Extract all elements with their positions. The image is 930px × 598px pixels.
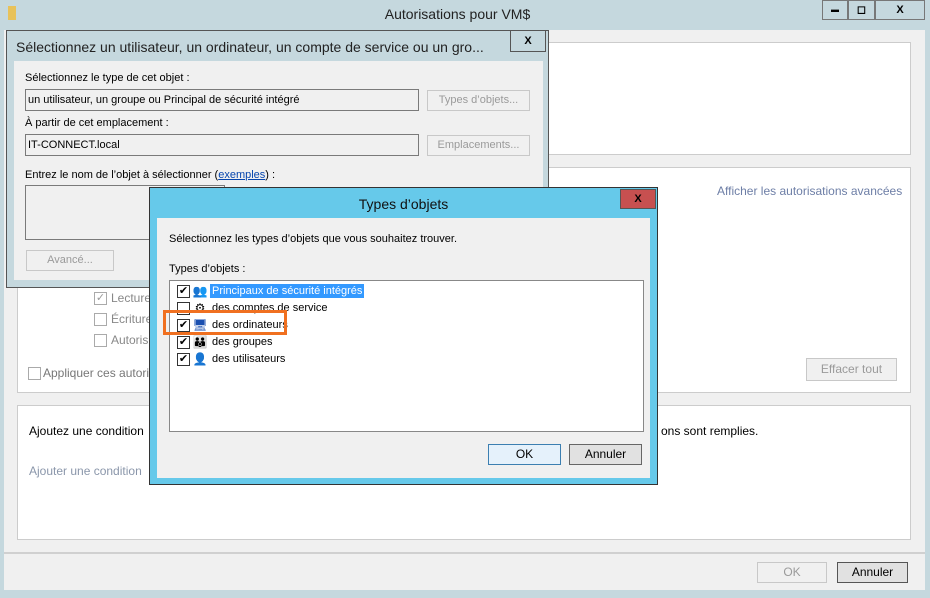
security-principals-icon: 👥: [192, 284, 208, 298]
name-label-text: Entrez le nom de l’objet à sélectionner …: [25, 169, 219, 181]
list-item[interactable]: ✔ 👤 des utilisateurs: [177, 351, 287, 367]
types-dialog: Types d’objets X Sélectionnez les types …: [149, 187, 658, 485]
checkbox-apply[interactable]: [28, 367, 41, 380]
object-type-field: un utilisateur, un groupe ou Principal d…: [25, 89, 419, 111]
add-condition-link[interactable]: Ajouter une condition: [29, 464, 142, 478]
checkbox[interactable]: ✔: [177, 284, 190, 298]
footer-divider: [4, 552, 925, 554]
select-dialog-title: Sélectionnez un utilisateur, un ordinate…: [16, 39, 484, 55]
types-dialog-title: Types d’objets: [358, 196, 449, 212]
checkbox-write[interactable]: [94, 313, 107, 326]
apply-label: Appliquer ces autori: [43, 366, 150, 380]
locations-button[interactable]: Emplacements...: [427, 135, 530, 156]
advanced-button[interactable]: Avancé...: [26, 250, 114, 271]
user-icon: 👤: [192, 352, 208, 366]
checkbox-auth[interactable]: [94, 334, 107, 347]
perm-auth-label: Autoris: [111, 333, 149, 347]
group-icon: 👪: [192, 335, 208, 349]
location-field: IT-CONNECT.local: [25, 134, 419, 156]
maximize-button[interactable]: ◻: [848, 0, 875, 20]
condition-text: Ajoutez une condition: [29, 424, 144, 438]
name-label-end: ) :: [265, 169, 276, 181]
close-button[interactable]: X: [875, 0, 925, 20]
cancel-button[interactable]: Annuler: [837, 562, 908, 583]
types-ok-button[interactable]: OK: [488, 444, 561, 465]
list-item-label: Principaux de sécurité intégrés: [210, 284, 365, 298]
condition-text-end: ons sont remplies.: [661, 424, 759, 438]
list-item-label: des utilisateurs: [212, 353, 286, 365]
examples-link[interactable]: exemples: [218, 169, 265, 181]
window-title: Autorisations pour VM$: [384, 6, 531, 22]
advanced-permissions-link[interactable]: Afficher les autorisations avancées: [717, 184, 902, 198]
select-dialog-close-button[interactable]: X: [510, 30, 546, 52]
perm-read-label: Lecture: [111, 291, 152, 305]
types-list-label: Types d’objets :: [169, 263, 246, 275]
principals-list[interactable]: [545, 42, 911, 155]
list-item[interactable]: ✔ 👪 des groupes: [177, 334, 275, 350]
highlight-box: [163, 310, 287, 335]
list-item[interactable]: ✔ 👥 Principaux de sécurité intégrés: [177, 283, 365, 299]
object-types-button[interactable]: Types d’objets...: [427, 90, 530, 111]
clear-all-button[interactable]: Effacer tout: [806, 358, 897, 381]
checkbox[interactable]: ✔: [177, 335, 190, 349]
minimize-button[interactable]: ▬: [822, 0, 848, 20]
types-cancel-button[interactable]: Annuler: [569, 444, 642, 465]
perm-write-label: Écriture: [111, 312, 153, 326]
location-label: À partir de cet emplacement :: [25, 117, 169, 129]
name-label: Entrez le nom de l’objet à sélectionner …: [25, 169, 275, 181]
ok-button[interactable]: OK: [757, 562, 827, 583]
types-dialog-close-button[interactable]: X: [620, 189, 656, 209]
checkbox-read[interactable]: ✓: [94, 292, 107, 305]
types-instruction: Sélectionnez les types d’objets que vous…: [169, 233, 458, 245]
type-label: Sélectionnez le type de cet objet :: [25, 72, 190, 84]
types-list[interactable]: ✔ 👥 Principaux de sécurité intégrés ⚙ des c…: [169, 280, 644, 432]
list-item-label: des groupes: [212, 336, 273, 348]
checkbox[interactable]: ✔: [177, 352, 190, 366]
